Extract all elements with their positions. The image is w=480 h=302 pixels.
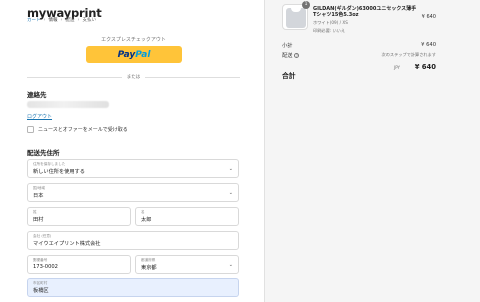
breadcrumb-payment: 支払い xyxy=(82,18,97,23)
info-icon[interactable]: ? xyxy=(294,52,300,58)
breadcrumb-shipping: 配送 xyxy=(65,18,75,23)
newsletter-checkbox[interactable] xyxy=(27,126,34,133)
total-row: 合計 JPY ¥ 640 xyxy=(282,63,436,82)
first-name-label: 名 xyxy=(141,210,145,214)
shipping-address-heading: 配送先住所 xyxy=(27,149,60,157)
breadcrumb-information: 情報 xyxy=(48,18,58,23)
newsletter-label: ニュースとオファーをメールで受け取る xyxy=(38,127,128,133)
saved-address-value: 新しい住所を使用する xyxy=(33,168,85,175)
last-name-field[interactable]: 姓 田村 xyxy=(27,207,131,226)
shipping-value: 次のステップで計算されます xyxy=(381,52,436,57)
product-variant: ホワイト(09) / XS xyxy=(313,20,348,25)
city-label: 市区町村 xyxy=(33,281,48,285)
subtotal-label: 小計 xyxy=(282,43,293,49)
country-label: 国/地域 xyxy=(33,186,45,190)
country-value: 日本 xyxy=(33,192,44,199)
prefecture-select[interactable]: 都道府県 東京都 ⌄ xyxy=(135,255,239,274)
first-name-field[interactable]: 名 太郎 xyxy=(135,207,239,226)
saved-address-select[interactable]: 住所を保存しました 新しい住所を使用する ⌄ xyxy=(27,159,239,178)
shipping-label: 配送 xyxy=(282,53,293,59)
last-name-value: 田村 xyxy=(33,216,44,223)
product-name: GILDAN(ギルダン)63000ユニセックス薄手Tシャツ15色5.3oz xyxy=(313,6,417,19)
total-label: 合計 xyxy=(282,72,296,80)
paypal-logo-pay: Pay xyxy=(117,49,136,60)
total-value: ¥ 640 xyxy=(414,63,436,71)
company-field[interactable]: 会社 (任意) マイウエイプリント株式会社 xyxy=(27,231,239,250)
divider-line xyxy=(145,77,240,78)
express-checkout-label: エクスプレスチェックアウト xyxy=(101,37,166,43)
quantity-badge: 1 xyxy=(302,1,310,9)
product-price: ¥ 640 xyxy=(421,14,436,20)
chevron-down-icon: ⌄ xyxy=(228,190,233,196)
last-name-label: 姓 xyxy=(33,210,37,214)
subtotal-row: 小計 ¥ 640 xyxy=(282,42,436,49)
postal-code-label: 郵便番号 xyxy=(33,258,48,262)
postal-code-field[interactable]: 郵便番号 173-0002 xyxy=(27,255,131,274)
city-value: 板橋区 xyxy=(33,287,49,294)
saved-address-label: 住所を保存しました xyxy=(33,162,66,166)
breadcrumb: カート › 情報 › 配送 › 支払い xyxy=(27,17,96,23)
tshirt-image xyxy=(286,8,306,28)
city-field[interactable]: 市区町村 板橋区 xyxy=(27,278,239,297)
breadcrumb-separator: › xyxy=(77,17,80,23)
currency-code: JPY xyxy=(394,65,400,70)
chevron-down-icon: ⌄ xyxy=(228,262,233,268)
paypal-logo-pal: Pal xyxy=(135,49,151,60)
breadcrumb-separator: › xyxy=(60,17,63,23)
prefecture-value: 東京都 xyxy=(141,264,157,271)
logout-link[interactable]: ログアウト xyxy=(27,113,52,120)
company-label: 会社 (任意) xyxy=(33,234,52,238)
prefecture-label: 都道府県 xyxy=(141,258,156,262)
newsletter-option[interactable]: ニュースとオファーをメールで受け取る xyxy=(27,126,128,133)
paypal-button[interactable]: Pay Pal xyxy=(86,46,182,63)
breadcrumb-separator: › xyxy=(43,17,46,23)
postal-code-value: 173-0002 xyxy=(33,263,58,270)
or-divider: または xyxy=(27,74,240,80)
contact-heading: 連絡先 xyxy=(27,91,47,99)
shipping-row: 配送? 次のステップで計算されます xyxy=(282,52,436,59)
subtotal-value: ¥ 640 xyxy=(421,42,436,48)
chevron-down-icon: ⌄ xyxy=(228,166,233,172)
company-value: マイウエイプリント株式会社 xyxy=(33,240,101,247)
contact-email-redacted xyxy=(27,101,109,108)
country-select[interactable]: 国/地域 日本 ⌄ xyxy=(27,183,239,202)
breadcrumb-cart[interactable]: カート xyxy=(27,17,41,23)
product-print-note: 印刷必要: いいえ xyxy=(313,28,346,33)
first-name-value: 太郎 xyxy=(141,216,152,223)
